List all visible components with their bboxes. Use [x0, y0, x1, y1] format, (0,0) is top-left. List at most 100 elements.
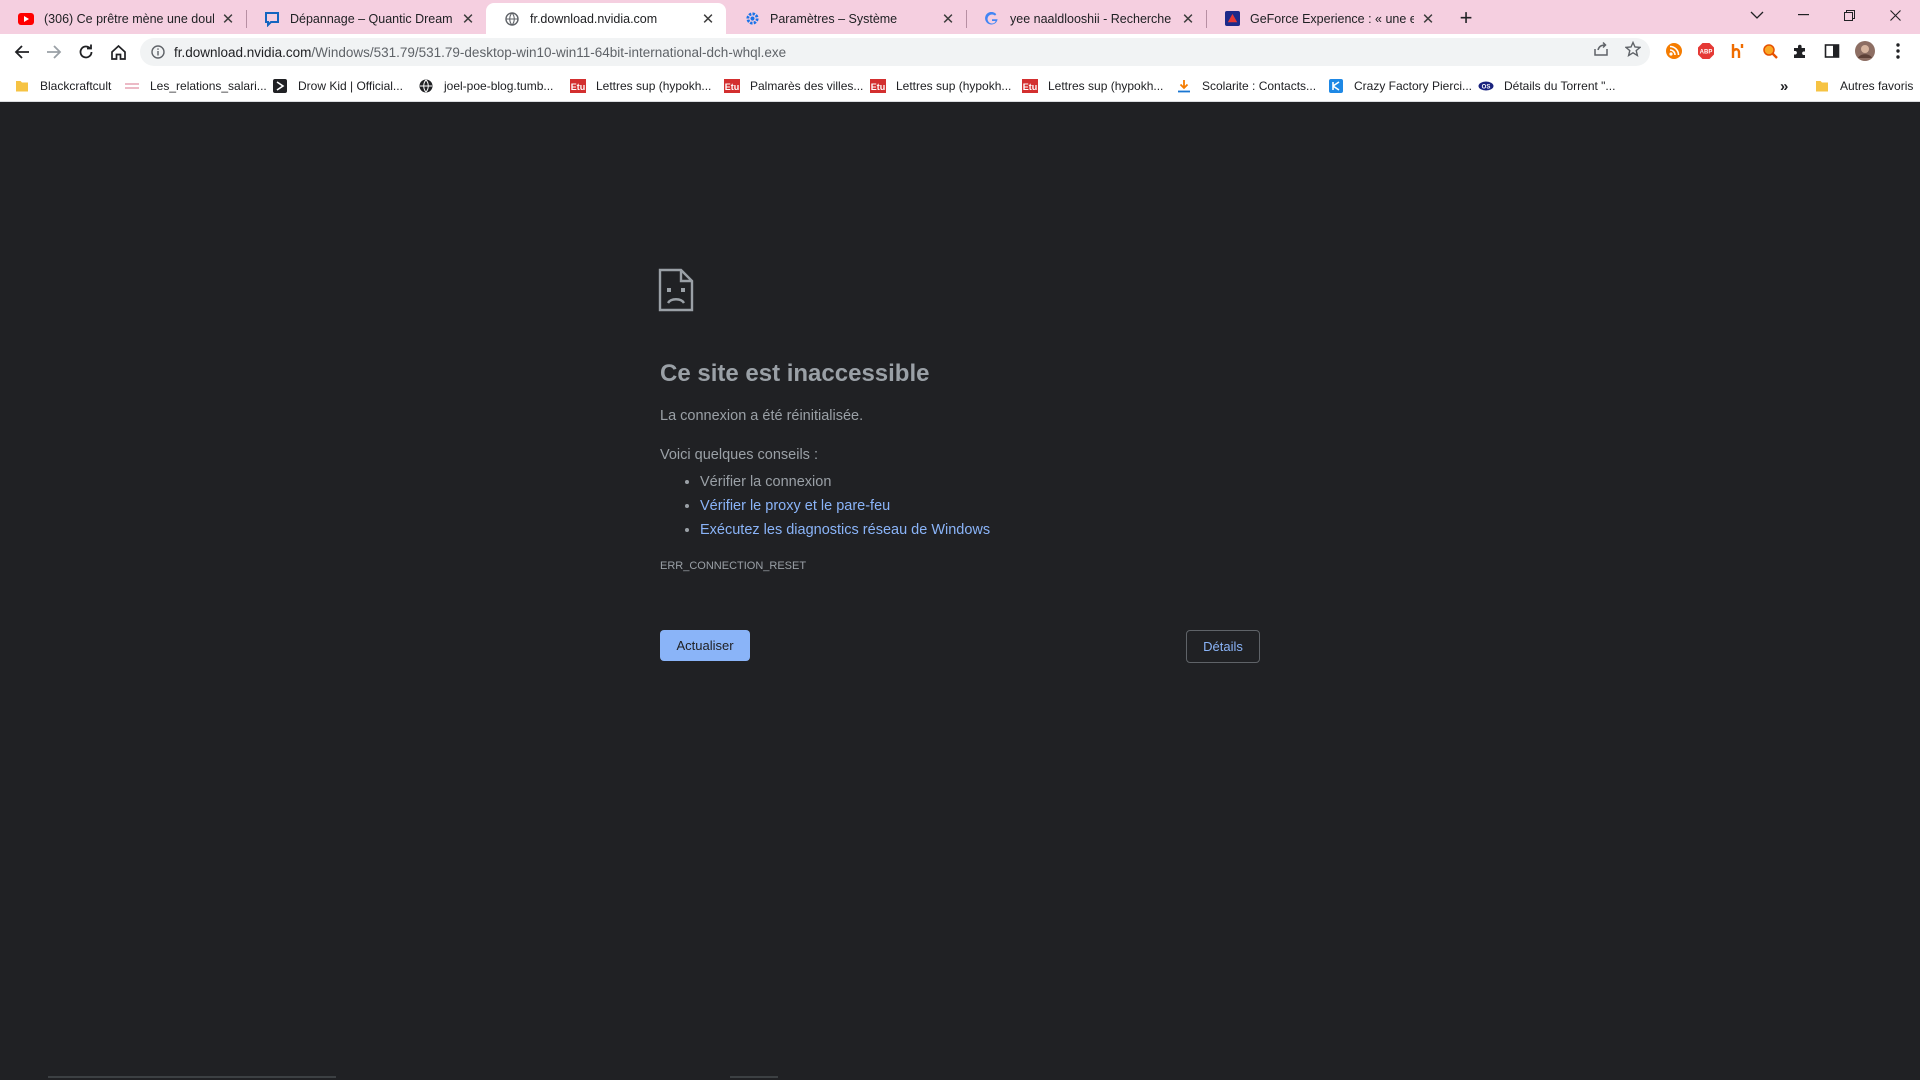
- bookmark-item[interactable]: Etu Lettres sup (hypokh...: [570, 76, 711, 96]
- bookmark-label: Détails du Torrent "...: [1504, 79, 1616, 93]
- extension-rss-icon[interactable]: [1664, 41, 1684, 61]
- svg-text:Etu: Etu: [571, 82, 586, 92]
- page-icon: [124, 78, 140, 94]
- url-path: /Windows/531.79/531.79-desktop-win10-win…: [311, 44, 787, 60]
- bookmark-label: Lettres sup (hypokh...: [896, 79, 1012, 93]
- close-tab-icon[interactable]: ✕: [1420, 11, 1436, 28]
- side-panel-icon[interactable]: [1822, 41, 1842, 61]
- other-bookmarks-folder[interactable]: Autres favoris: [1814, 76, 1913, 96]
- url-text: fr.download.nvidia.com/Windows/531.79/53…: [174, 45, 786, 60]
- tab-quantic-dream[interactable]: Dépannage – Quantic Dream Sup ✕: [246, 3, 486, 34]
- etu-icon: Etu: [724, 78, 740, 94]
- bookmark-item[interactable]: Etu Lettres sup (hypokh...: [1022, 76, 1163, 96]
- bookmark-item[interactable]: OS Détails du Torrent "...: [1478, 76, 1615, 96]
- forward-button[interactable]: [40, 38, 68, 66]
- address-bar[interactable]: fr.download.nvidia.com/Windows/531.79/53…: [140, 38, 1650, 66]
- extensions-puzzle-icon[interactable]: [1790, 41, 1810, 61]
- tip-check-connection: Vérifier la connexion: [700, 470, 990, 494]
- toolbar: fr.download.nvidia.com/Windows/531.79/53…: [0, 34, 1920, 70]
- home-button[interactable]: [104, 38, 132, 66]
- info-icon[interactable]: [150, 44, 166, 60]
- back-button[interactable]: [8, 38, 36, 66]
- new-tab-button[interactable]: +: [1454, 5, 1478, 30]
- bookmark-item[interactable]: Scolarite : Contacts...: [1176, 76, 1316, 96]
- tips-list: Vérifier la connexion Vérifier le proxy …: [680, 470, 990, 542]
- bookmark-label: Drow Kid | Official...: [298, 79, 403, 93]
- restore-button[interactable]: [1826, 0, 1872, 30]
- bookmark-item[interactable]: Blackcraftcult: [14, 76, 111, 96]
- close-tab-icon[interactable]: ✕: [460, 11, 476, 28]
- tab-youtube[interactable]: (306) Ce prêtre mène une double ✕: [0, 3, 246, 34]
- tab-settings-system[interactable]: Paramètres – Système ✕: [726, 3, 966, 34]
- globe-icon: [418, 78, 434, 94]
- reload-button[interactable]: [72, 38, 100, 66]
- tab-google-search[interactable]: yee naaldlooshii - Recherche Goo ✕: [966, 3, 1206, 34]
- restore-icon: [1843, 9, 1855, 21]
- close-tab-icon[interactable]: ✕: [940, 11, 956, 28]
- tab-title: yee naaldlooshii - Recherche Goo: [1010, 11, 1174, 26]
- site-icon: [272, 78, 288, 94]
- tip-text: Vérifier la connexion: [700, 474, 832, 490]
- tab-title: fr.download.nvidia.com: [530, 11, 658, 26]
- bookmark-item[interactable]: Etu Palmarès des villes...: [724, 76, 863, 96]
- adblock-plus-icon[interactable]: ABP: [1696, 41, 1716, 61]
- arrow-left-icon: [14, 45, 29, 59]
- tips-heading: Voici quelques conseils :: [660, 447, 818, 463]
- details-button[interactable]: Détails: [1186, 630, 1260, 663]
- folder-icon: [14, 78, 30, 94]
- bookmark-item[interactable]: Drow Kid | Official...: [272, 76, 403, 96]
- arrow-right-icon: [47, 45, 62, 59]
- bookmark-label: Palmarès des villes...: [750, 79, 864, 93]
- site-icon: OS: [1478, 78, 1494, 94]
- bookmark-label: Autres favoris: [1840, 79, 1914, 93]
- tab-title: GeForce Experience : « une erreur: [1250, 11, 1414, 26]
- gear-icon: [744, 11, 760, 27]
- bookmark-star-icon[interactable]: [1624, 40, 1642, 58]
- download-icon: [1176, 78, 1192, 94]
- tab-title: Dépannage – Quantic Dream Sup: [290, 11, 454, 26]
- tab-geforce-experience[interactable]: GeForce Experience : « une erreur ✕: [1206, 3, 1446, 34]
- reload-page-button[interactable]: Actualiser: [660, 630, 750, 661]
- close-tab-icon[interactable]: ✕: [700, 11, 716, 28]
- close-tab-icon[interactable]: ✕: [1180, 11, 1196, 28]
- bookmarks-bar: Blackcraftcult Les_relations_salari... D…: [0, 70, 1920, 102]
- svg-text:Etu: Etu: [725, 82, 740, 92]
- bookmark-item[interactable]: Crazy Factory Pierci...: [1328, 76, 1472, 96]
- error-message: La connexion a été réinitialisée.: [660, 408, 864, 424]
- minimize-button[interactable]: [1780, 0, 1826, 30]
- bookmark-item[interactable]: Les_relations_salari...: [124, 76, 267, 96]
- svg-text:Etu: Etu: [871, 82, 886, 92]
- url-host: fr.download.nvidia.com: [174, 44, 312, 60]
- home-icon: [110, 44, 126, 60]
- svg-text:OS: OS: [1482, 85, 1491, 91]
- extension-honey-icon[interactable]: [1728, 41, 1748, 61]
- network-diagnostics-link[interactable]: Exécutez les diagnostics réseau de Windo…: [700, 522, 990, 538]
- profile-avatar[interactable]: [1855, 41, 1875, 61]
- menu-kebab-icon[interactable]: [1888, 41, 1908, 61]
- bookmarks-overflow-button[interactable]: »: [1780, 76, 1788, 96]
- globe-icon: [504, 11, 520, 27]
- support-chat-icon: [264, 11, 280, 27]
- reload-icon: [79, 44, 93, 59]
- chevron-down-icon: [1750, 11, 1764, 19]
- minimize-icon: [1797, 14, 1809, 16]
- close-tab-icon[interactable]: ✕: [220, 11, 236, 28]
- check-proxy-link[interactable]: Vérifier le proxy et le pare-feu: [700, 498, 890, 514]
- error-title: Ce site est inaccessible: [660, 360, 930, 387]
- error-page: Ce site est inaccessible La connexion a …: [0, 102, 1920, 1080]
- extension-search-icon[interactable]: [1760, 41, 1780, 61]
- tab-nvidia-download[interactable]: fr.download.nvidia.com ✕: [486, 3, 726, 34]
- tab-title: (306) Ce prêtre mène une double: [44, 11, 214, 26]
- bookmark-label: Les_relations_salari...: [150, 79, 267, 93]
- close-icon: [1889, 9, 1901, 21]
- tab-search-button[interactable]: [1734, 0, 1780, 30]
- youtube-icon: [18, 11, 34, 27]
- bookmark-label: Scolarite : Contacts...: [1202, 79, 1317, 93]
- etu-icon: Etu: [870, 78, 886, 94]
- bookmark-item[interactable]: joel-poe-blog.tumb...: [418, 76, 553, 96]
- error-code: ERR_CONNECTION_RESET: [660, 560, 807, 572]
- share-icon[interactable]: [1592, 40, 1610, 58]
- bookmark-item[interactable]: Etu Lettres sup (hypokh...: [870, 76, 1011, 96]
- bookmark-label: Crazy Factory Pierci...: [1354, 79, 1473, 93]
- close-window-button[interactable]: [1872, 0, 1918, 30]
